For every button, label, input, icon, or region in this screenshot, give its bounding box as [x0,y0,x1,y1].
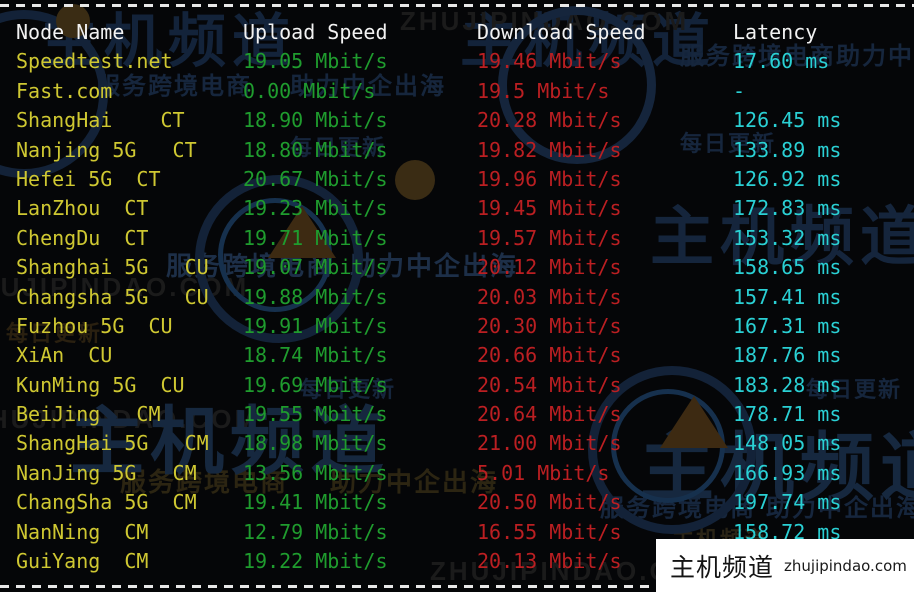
table-row: Fuzhou 5G CU 19.91 Mbit/s 20.30 Mbit/s 167.… [0,312,914,341]
table-row: Fast.com 0.00 Mbit/s 19.5 Mbit/s - [0,77,914,106]
cell-node-name: LanZhou CT [16,196,149,221]
column-header-node-name: Node Name [16,20,125,44]
cell-latency: 172.83 ms [733,196,842,221]
cell-download-speed: 21.00 Mbit/s [477,431,622,456]
column-header-download-speed: Download Speed [477,20,646,44]
cell-download-speed: 19.96 Mbit/s [477,166,622,191]
cell-download-speed: 20.03 Mbit/s [477,284,622,309]
cell-node-name: Fuzhou 5G CU [16,313,173,338]
cell-upload-speed: 19.07 Mbit/s [243,255,388,280]
cell-upload-speed: 19.69 Mbit/s [243,372,388,397]
table-body: Speedtest.net 19.05 Mbit/s 19.46 Mbit/s 17.… [0,47,914,576]
cell-upload-speed: 19.91 Mbit/s [243,313,388,338]
cell-download-speed: 20.12 Mbit/s [477,255,622,280]
cell-download-speed: 20.28 Mbit/s [477,108,622,133]
cell-upload-speed: 13.56 Mbit/s [243,460,388,485]
cell-latency: 166.93 ms [733,460,842,485]
cell-latency: 157.41 ms [733,284,842,309]
cell-node-name: Shanghai 5G CU [16,255,209,280]
brand-watermark-plate: 主机频道 zhujipindao.com [656,539,914,592]
cell-download-speed: 19.46 Mbit/s [477,49,622,74]
cell-node-name: Fast.com [16,78,113,103]
cell-node-name: Changsha 5G CU [16,284,209,309]
cell-latency: 158.65 ms [733,255,842,280]
table-row: ChengDu CT 19.71 Mbit/s 19.57 Mbit/s 153.32… [0,224,914,253]
cell-latency: 133.89 ms [733,137,842,162]
table-row: KunMing 5G CU 19.69 Mbit/s 20.54 Mbit/s 183… [0,371,914,400]
terminal-screenshot: 主机频道 主机频道 ZHUJIPINDAO.COM ZHUJIPINDAO.CO… [0,0,914,592]
cell-upload-speed: 0.00 Mbit/s [243,78,376,103]
table-row: Nanjing 5G CT 18.80 Mbit/s 19.82 Mbit/s 133… [0,136,914,165]
brand-name-cn: 主机频道 [670,552,775,582]
cell-latency: 126.45 ms [733,108,842,133]
cell-download-speed: 20.13 Mbit/s [477,549,622,574]
cell-node-name: XiAn CU [16,343,113,368]
cell-node-name: Nanjing 5G CT [16,137,197,162]
cell-latency: 153.32 ms [733,225,842,250]
table-row: XiAn CU 18.74 Mbit/s 20.66 Mbit/s 187.76 ms [0,341,914,370]
table-row: ChangSha 5G CM 19.41 Mbit/s 20.50 Mbit/s 19… [0,488,914,517]
cell-download-speed: 19.57 Mbit/s [477,225,622,250]
cell-latency: 178.71 ms [733,402,842,427]
cell-upload-speed: 19.41 Mbit/s [243,490,388,515]
table-row: Changsha 5G CU 19.88 Mbit/s 20.03 Mbit/s 15… [0,283,914,312]
cell-node-name: NanJing 5G CM [16,460,197,485]
cell-download-speed: 20.30 Mbit/s [477,313,622,338]
cell-node-name: KunMing 5G CU [16,372,185,397]
brand-website-url: zhujipindao.com [784,556,907,575]
table-row: Hefei 5G CT 20.67 Mbit/s 19.96 Mbit/s 126.9… [0,165,914,194]
cell-upload-speed: 12.79 Mbit/s [243,519,388,544]
table-row: Speedtest.net 19.05 Mbit/s 19.46 Mbit/s 17.… [0,47,914,76]
table-header-row: Node Name Upload Speed Download Speed La… [0,18,914,47]
cell-download-speed: 20.50 Mbit/s [477,490,622,515]
cell-upload-speed: 20.67 Mbit/s [243,166,388,191]
cell-upload-speed: 19.22 Mbit/s [243,549,388,574]
table-row: BeiJing CM 19.55 Mbit/s 20.64 Mbit/s 178.71… [0,400,914,429]
cell-node-name: BeiJing CM [16,402,161,427]
cell-latency: 148.05 ms [733,431,842,456]
cell-upload-speed: 18.74 Mbit/s [243,343,388,368]
cell-upload-speed: 18.98 Mbit/s [243,431,388,456]
cell-latency: - [733,78,746,103]
speedtest-results-table: Node Name Upload Speed Download Speed La… [0,18,914,576]
cell-latency: 167.31 ms [733,313,842,338]
cell-latency: 197.74 ms [733,490,842,515]
table-row: Shanghai 5G CU 19.07 Mbit/s 20.12 Mbit/s 15… [0,253,914,282]
cell-upload-speed: 18.80 Mbit/s [243,137,388,162]
cell-download-speed: 19.82 Mbit/s [477,137,622,162]
table-row: LanZhou CT 19.23 Mbit/s 19.45 Mbit/s 172.83… [0,194,914,223]
cell-node-name: NanNing CM [16,519,149,544]
cell-node-name: ShangHai 5G CM [16,431,209,456]
cell-node-name: GuiYang CM [16,549,149,574]
cell-download-speed: 19.5 Mbit/s [477,78,610,103]
cell-upload-speed: 19.71 Mbit/s [243,225,388,250]
cell-upload-speed: 18.90 Mbit/s [243,108,388,133]
cell-download-speed: 19.45 Mbit/s [477,196,622,221]
cell-download-speed: 5.01 Mbit/s [477,460,610,485]
cell-upload-speed: 19.88 Mbit/s [243,284,388,309]
cell-node-name: ChangSha 5G CM [16,490,197,515]
cell-node-name: Speedtest.net [16,49,173,74]
cell-download-speed: 16.55 Mbit/s [477,519,622,544]
cell-download-speed: 20.66 Mbit/s [477,343,622,368]
cell-download-speed: 20.64 Mbit/s [477,402,622,427]
cell-download-speed: 20.54 Mbit/s [477,372,622,397]
cell-latency: 187.76 ms [733,343,842,368]
cell-latency: 126.92 ms [733,166,842,191]
column-header-upload-speed: Upload Speed [243,20,388,44]
cell-upload-speed: 19.05 Mbit/s [243,49,388,74]
cell-node-name: ShangHai CT [16,108,185,133]
cell-latency: 17.60 ms [733,49,830,74]
cell-node-name: ChengDu CT [16,225,149,250]
top-divider [0,4,914,7]
cell-upload-speed: 19.55 Mbit/s [243,402,388,427]
cell-node-name: Hefei 5G CT [16,166,161,191]
table-row: ShangHai 5G CM 18.98 Mbit/s 21.00 Mbit/s 14… [0,429,914,458]
table-row: ShangHai CT 18.90 Mbit/s 20.28 Mbit/s 126.4… [0,106,914,135]
cell-latency: 183.28 ms [733,372,842,397]
table-row: NanJing 5G CM 13.56 Mbit/s 5.01 Mbit/s 166.… [0,459,914,488]
column-header-latency: Latency [733,20,818,44]
cell-upload-speed: 19.23 Mbit/s [243,196,388,221]
